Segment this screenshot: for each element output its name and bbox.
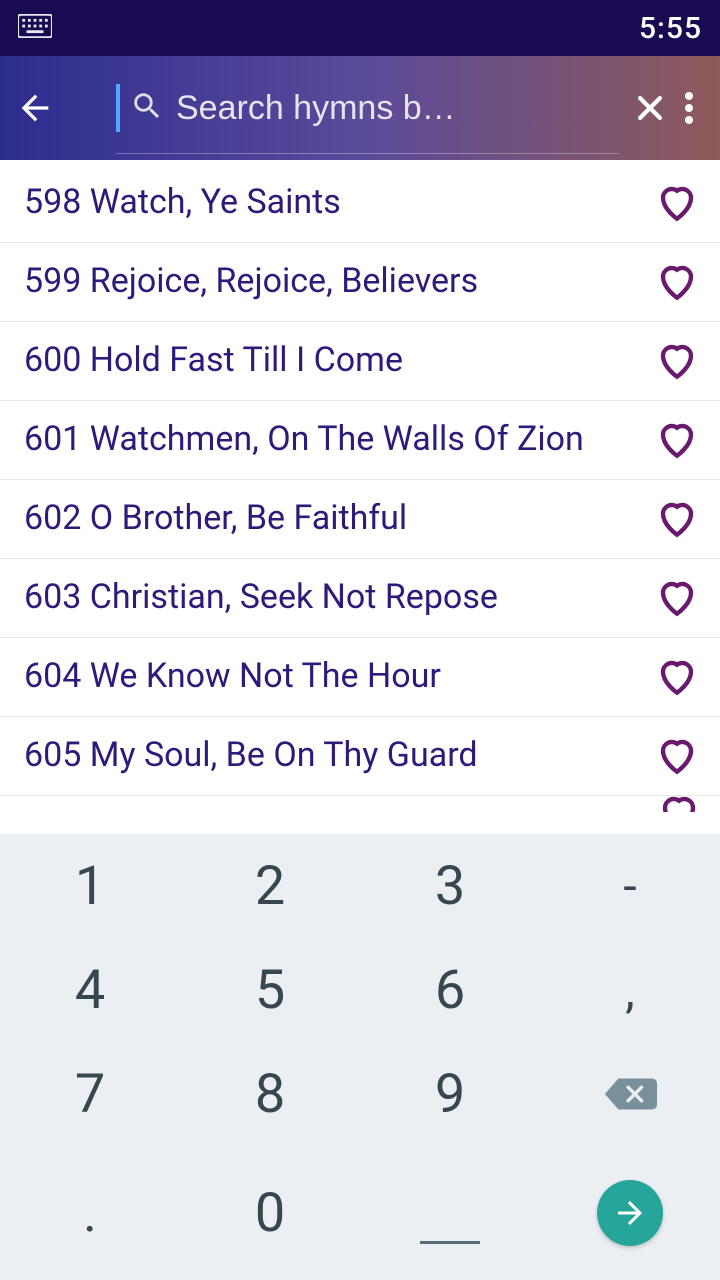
hymn-title: 599 Rejoice, Rejoice, Believers — [24, 259, 654, 305]
key-backspace[interactable] — [540, 1042, 720, 1146]
status-time: 5:55 — [639, 11, 702, 46]
numeric-keypad: 1 2 3 - 4 5 6 , 7 8 9 . 0 — [0, 834, 720, 1280]
hymn-title: 604 We Know Not The Hour — [24, 654, 654, 700]
heart-icon — [656, 261, 698, 303]
search-icon — [130, 89, 164, 127]
hymn-row[interactable]: 599 Rejoice, Rejoice, Believers — [0, 243, 720, 322]
key-space[interactable] — [360, 1146, 540, 1280]
heart-icon — [656, 656, 698, 698]
favorite-button[interactable] — [654, 417, 700, 463]
hymn-row[interactable]: 603 Christian, Seek Not Repose — [0, 559, 720, 638]
favorite-button[interactable] — [654, 575, 700, 621]
keyboard-indicator-icon — [18, 14, 52, 42]
hymn-row[interactable]: 601 Watchmen, On The Walls Of Zion — [0, 401, 720, 480]
favorite-button[interactable] — [654, 180, 700, 226]
key-0[interactable]: 0 — [180, 1146, 360, 1280]
hymn-title: 605 My Soul, Be On Thy Guard — [24, 733, 654, 779]
heart-icon — [656, 735, 698, 777]
overflow-menu-button[interactable] — [671, 78, 706, 138]
favorite-button[interactable] — [654, 654, 700, 700]
heart-icon — [656, 498, 698, 540]
search-input[interactable] — [164, 89, 619, 128]
hymn-row[interactable]: 605 My Soul, Be On Thy Guard — [0, 717, 720, 796]
hymn-row[interactable]: 602 O Brother, Be Faithful — [0, 480, 720, 559]
key-8[interactable]: 8 — [180, 1042, 360, 1146]
more-vert-icon — [685, 92, 693, 124]
hymn-title: 600 Hold Fast Till I Come — [24, 338, 654, 384]
favorite-button[interactable] — [654, 338, 700, 384]
backspace-icon — [601, 1074, 659, 1114]
text-cursor — [116, 84, 120, 132]
favorite-button[interactable] — [654, 259, 700, 305]
hymn-row[interactable]: 598 Watch, Ye Saints — [0, 160, 720, 243]
close-icon — [633, 91, 667, 125]
arrow-back-icon — [15, 88, 55, 128]
hymn-list: 598 Watch, Ye Saints 599 Rejoice, Rejoic… — [0, 160, 720, 812]
favorite-button[interactable] — [654, 733, 700, 779]
space-indicator — [420, 1241, 480, 1244]
hymn-title: 602 O Brother, Be Faithful — [24, 496, 654, 542]
key-comma[interactable]: , — [540, 938, 720, 1042]
search-underline — [116, 153, 619, 154]
back-button[interactable] — [14, 78, 56, 138]
hymn-row[interactable]: 600 Hold Fast Till I Come — [0, 322, 720, 401]
heart-icon — [656, 419, 698, 461]
key-9[interactable]: 9 — [360, 1042, 540, 1146]
hymn-row-partial — [0, 796, 720, 812]
key-1[interactable]: 1 — [0, 834, 180, 938]
key-4[interactable]: 4 — [0, 938, 180, 1042]
key-5[interactable]: 5 — [180, 938, 360, 1042]
key-dot[interactable]: . — [0, 1146, 180, 1280]
key-7[interactable]: 7 — [0, 1042, 180, 1146]
heart-icon — [656, 340, 698, 382]
heart-icon — [656, 577, 698, 619]
heart-icon — [658, 796, 700, 812]
key-3[interactable]: 3 — [360, 834, 540, 938]
status-bar: 5:55 — [0, 0, 720, 56]
hymn-title: 603 Christian, Seek Not Repose — [24, 575, 654, 621]
clear-button[interactable] — [629, 78, 671, 138]
heart-icon — [656, 182, 698, 224]
hymn-row[interactable]: 604 We Know Not The Hour — [0, 638, 720, 717]
favorite-button[interactable] — [654, 496, 700, 542]
hymn-title: 598 Watch, Ye Saints — [24, 180, 654, 226]
hymn-title: 601 Watchmen, On The Walls Of Zion — [24, 417, 654, 463]
key-6[interactable]: 6 — [360, 938, 540, 1042]
key-dash[interactable]: - — [540, 834, 720, 938]
arrow-forward-icon — [612, 1195, 648, 1231]
search-field-wrap[interactable] — [116, 56, 619, 160]
key-enter[interactable] — [540, 1146, 720, 1280]
key-2[interactable]: 2 — [180, 834, 360, 938]
app-bar — [0, 56, 720, 160]
